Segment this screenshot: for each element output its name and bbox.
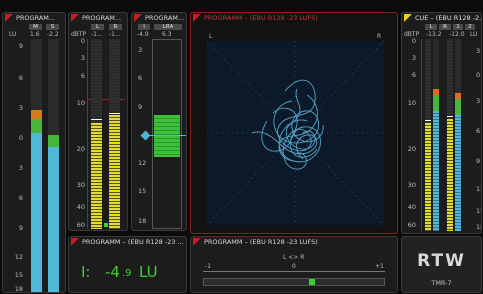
loudness-value-int: -4: [105, 263, 120, 281]
rtw-logo: RTW: [417, 251, 466, 271]
meter-label-m: M: [29, 24, 42, 30]
loudness-unit: LU: [139, 263, 158, 281]
cue-meter-1: [433, 39, 439, 231]
value-l: -1...: [91, 31, 103, 38]
meter-r: [109, 39, 120, 229]
over-indicator: [104, 223, 108, 227]
program-lr-panel[interactable]: PROGRAM... L R dBTP -1... -1... 0 3 6 10…: [68, 12, 128, 231]
channel-label-right: R: [377, 33, 382, 40]
scale-marker-line: [87, 39, 88, 229]
meter-s: [48, 39, 59, 292]
correlation-scale-line: [203, 271, 385, 272]
channel-label-left: L: [209, 33, 213, 40]
meter-m: [31, 39, 42, 292]
correlation-panel[interactable]: PROGRAMM – (EBU R128 -23 LUFS) L <> R -1…: [190, 236, 398, 293]
program-lra-panel[interactable]: PROGRAM... I LRA -4.9 6.3 3 6 9 12 15 18: [131, 12, 187, 231]
meter-label-l: L: [425, 24, 437, 30]
lra-range-bar: [154, 115, 180, 157]
lu-scale: 9 6 3 0 3 6 9 12 15 18: [14, 42, 23, 293]
correlation-tick-min: -1: [205, 263, 211, 270]
panel-title: PROGRAMM – (EBU R128 -23 LUFS): [204, 238, 318, 246]
meter-label-r: R: [109, 24, 122, 30]
value-right: -12.0: [449, 31, 465, 38]
meter-label-s: S: [46, 24, 59, 30]
correlation-tick-zero: 0: [292, 263, 296, 270]
peak-hold-l: [91, 119, 102, 120]
value-lra: 6.3: [162, 31, 172, 38]
correlation-track: [203, 278, 385, 286]
scale-marker-line: [421, 39, 422, 231]
vectorscope-panel[interactable]: PROGRAMM – (EBU R128 -23 LUFS) L R: [190, 12, 398, 234]
correlation-tick-max: +1: [375, 263, 384, 270]
dbtp-scale: 0 3 6 10 20 30 40 60: [76, 37, 85, 229]
value-r: -1...: [109, 31, 121, 38]
value-m: 1.6: [30, 31, 40, 38]
cue-meter-r: [447, 39, 453, 231]
meter-label-r: R: [439, 24, 451, 30]
value-s: -2.2: [47, 31, 59, 38]
cue-lu-scale: 3 0 3 6 9 12 15 18: [476, 47, 481, 231]
loudness-value-dec: .9: [122, 268, 132, 279]
correlation-label: L <> R: [283, 254, 305, 261]
cue-meter-l: [425, 39, 431, 231]
meter-label-l: L: [91, 24, 104, 30]
value-left: -13.2: [426, 31, 442, 38]
cue-meter-2: [455, 39, 461, 231]
loudness-label: I:: [81, 263, 91, 281]
peak-hold-l: [425, 120, 431, 121]
peak-hold-r: [447, 116, 453, 117]
cue-panel[interactable]: CUE – (EBU R128 -2... L R 1 2 dBTP -13.2…: [401, 12, 482, 234]
cue-dbtp-scale: 0 3 6 10 20 30 40 60: [407, 37, 416, 229]
loudness-panel[interactable]: PROGRAMM – (EBU R128 -23 ... I: -4 .9 LU: [68, 236, 187, 293]
peak-hold-r: [109, 113, 120, 114]
panel-title: PROGRAMM – (EBU R128 -23 ...: [82, 238, 184, 246]
logo-panel: RTW TMR-7: [401, 236, 482, 293]
lra-scale: 3 6 9 12 15 18: [138, 46, 147, 225]
model-label: TMR-7: [431, 279, 452, 287]
meter-l: [91, 39, 102, 229]
vectorscope-display: [207, 41, 384, 225]
meter-label-1: 1: [453, 24, 463, 30]
program-ms-panel[interactable]: PROGRAM... M S LU 1.6 -2.2 9 6 3 0 3 6 9…: [2, 12, 66, 293]
meter-label-lra: LRA: [154, 24, 182, 30]
correlation-indicator: [309, 279, 316, 285]
meter-label-2: 2: [465, 24, 475, 30]
panel-title: PROGRAMM – (EBU R128 -23 LUFS): [204, 14, 318, 22]
